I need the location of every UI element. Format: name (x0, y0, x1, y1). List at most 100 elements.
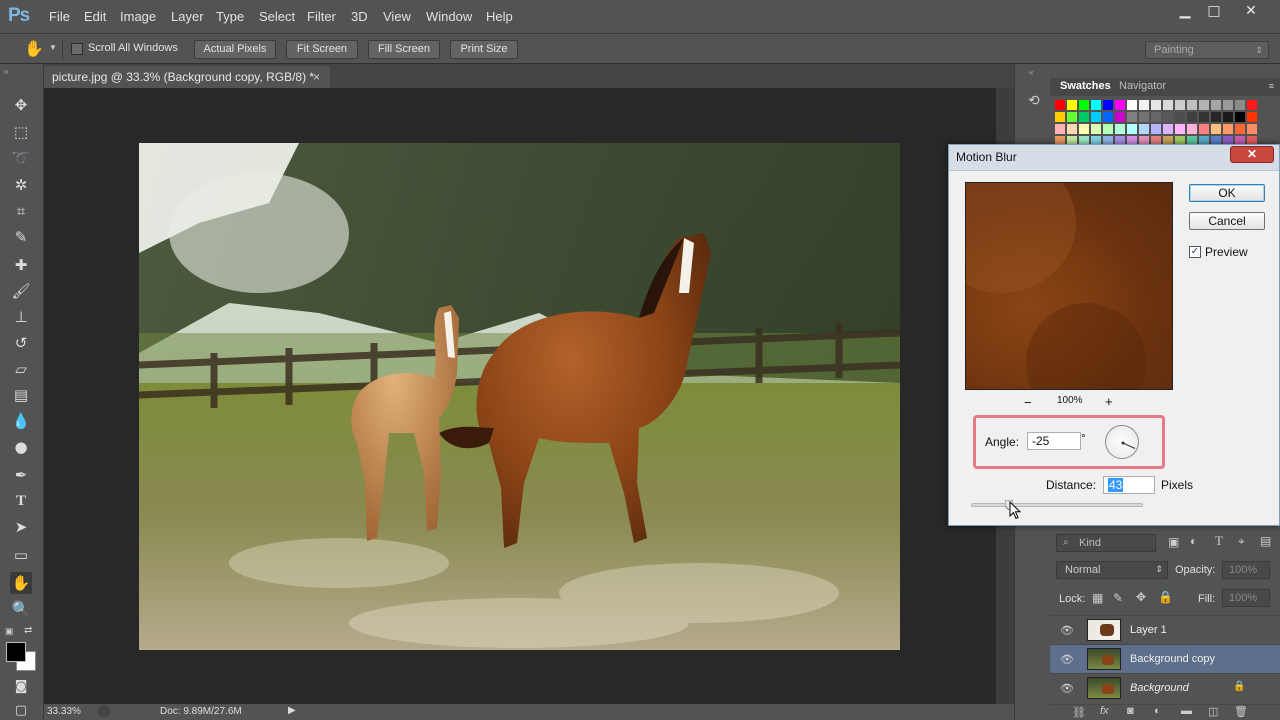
swatch[interactable] (1103, 112, 1113, 122)
swatch[interactable] (1103, 100, 1113, 110)
swatch[interactable] (1163, 100, 1173, 110)
swatch[interactable] (1199, 112, 1209, 122)
blur-preview[interactable] (965, 182, 1173, 390)
adjustment-layer-icon[interactable]: ◐ (1154, 705, 1161, 717)
history-panel-icon[interactable]: ⟲ (1028, 92, 1040, 109)
menu-view[interactable]: View (383, 9, 411, 24)
swatch[interactable] (1223, 112, 1233, 122)
new-layer-icon[interactable]: ◫ (1208, 705, 1218, 718)
opacity-field[interactable]: 100% (1222, 561, 1270, 579)
close-window-button[interactable]: ✕ (1236, 2, 1266, 20)
type-tool-icon[interactable]: T (10, 490, 32, 512)
magic-wand-tool-icon[interactable]: ✲ (10, 174, 32, 196)
swatch[interactable] (1115, 112, 1125, 122)
expand-strip-icon[interactable]: « (1029, 68, 1033, 77)
pen-tool-icon[interactable]: ✒ (10, 464, 32, 486)
eraser-tool-icon[interactable]: ▱ (10, 358, 32, 380)
menu-filter[interactable]: Filter (307, 9, 336, 24)
swatch[interactable] (1091, 112, 1101, 122)
swatch[interactable] (1055, 112, 1065, 122)
visibility-eye-icon[interactable]: 👁 (1060, 624, 1074, 637)
photo-canvas[interactable] (139, 143, 900, 650)
workspace-select[interactable]: Painting ⇕ (1145, 41, 1269, 59)
filter-shape-icon[interactable]: ⌖ (1238, 534, 1245, 549)
swatch[interactable] (1235, 100, 1245, 110)
layer-row-background-copy[interactable]: 👁 Background copy (1050, 644, 1280, 673)
menu-3d[interactable]: 3D (351, 9, 368, 24)
zoom-level[interactable]: 33.33% (47, 706, 81, 717)
swap-colors-icon[interactable]: ⇄ (24, 625, 32, 636)
filter-type-icon[interactable]: T (1215, 533, 1223, 549)
swatch[interactable] (1211, 112, 1221, 122)
gradient-tool-icon[interactable]: ▤ (10, 384, 32, 406)
fill-field[interactable]: 100% (1222, 589, 1270, 607)
minimize-button[interactable]: ▁ (1170, 2, 1200, 20)
marquee-tool-icon[interactable]: ⬚ (10, 121, 32, 143)
filter-smart-object-icon[interactable]: ▤ (1260, 534, 1271, 548)
delete-layer-icon[interactable]: 🗑 (1234, 705, 1248, 718)
fit-screen-button[interactable]: Fit Screen (286, 40, 358, 59)
collapse-tools-icon[interactable]: » (4, 67, 8, 76)
rectangle-tool-icon[interactable]: ▭ (10, 544, 32, 566)
layer-row-background[interactable]: 👁 Background 🔒 (1050, 673, 1280, 702)
visibility-eye-icon[interactable]: 👁 (1060, 682, 1074, 695)
menu-window[interactable]: Window (426, 9, 472, 24)
menu-help[interactable]: Help (486, 9, 513, 24)
menu-image[interactable]: Image (120, 9, 156, 24)
zoom-tool-icon[interactable]: 🔍 (10, 598, 32, 620)
swatch[interactable] (1175, 112, 1185, 122)
document-tab[interactable]: picture.jpg @ 33.3% (Background copy, RG… (44, 66, 330, 88)
lock-all-icon[interactable]: 🔒 (1158, 590, 1173, 604)
new-group-icon[interactable]: ▬ (1181, 705, 1192, 717)
default-colors-icon[interactable]: ▣ (5, 626, 14, 637)
cancel-button[interactable]: Cancel (1189, 212, 1265, 230)
swatch[interactable] (1211, 100, 1221, 110)
layer-filter-select[interactable]: ⌕ Kind (1056, 534, 1156, 552)
swatch[interactable] (1103, 124, 1113, 134)
hand-tool-icon[interactable]: ✋ (10, 572, 32, 594)
swatch[interactable] (1055, 100, 1065, 110)
panel-menu-icon[interactable]: ≡ (1269, 81, 1274, 91)
menu-file[interactable]: File (49, 9, 70, 24)
menu-layer[interactable]: Layer (171, 9, 204, 24)
quick-mask-icon[interactable]: ◙ (10, 676, 32, 698)
foreground-color-swatch[interactable] (6, 642, 26, 662)
swatch[interactable] (1055, 124, 1065, 134)
menu-edit[interactable]: Edit (84, 9, 106, 24)
swatch[interactable] (1247, 112, 1257, 122)
lock-position-icon[interactable]: ✥ (1136, 590, 1146, 604)
swatch[interactable] (1235, 124, 1245, 134)
swatch[interactable] (1163, 124, 1173, 134)
swatch[interactable] (1079, 112, 1089, 122)
swatch[interactable] (1091, 124, 1101, 134)
swatch[interactable] (1199, 100, 1209, 110)
hand-tool-preset-icon[interactable]: ✋ (24, 39, 44, 58)
preset-dropdown-arrow-icon[interactable]: ▼ (49, 43, 57, 52)
swatch[interactable] (1127, 112, 1137, 122)
history-brush-tool-icon[interactable]: ↺ (10, 332, 32, 354)
swatch[interactable] (1211, 124, 1221, 134)
swatch[interactable] (1175, 100, 1185, 110)
link-layers-icon[interactable]: ⛓ (1072, 706, 1086, 719)
angle-dial[interactable] (1105, 425, 1139, 459)
swatch[interactable] (1223, 100, 1233, 110)
blur-tool-icon[interactable]: 💧 (10, 410, 32, 432)
print-size-button[interactable]: Print Size (450, 40, 518, 59)
status-menu-arrow-icon[interactable]: ▶ (288, 705, 296, 716)
swatch[interactable] (1187, 124, 1197, 134)
swatch[interactable] (1079, 124, 1089, 134)
maximize-button[interactable]: □ (1199, 2, 1229, 20)
layer-row-layer1[interactable]: 👁 Layer 1 (1050, 615, 1280, 644)
swatch[interactable] (1067, 112, 1077, 122)
visibility-eye-icon[interactable]: 👁 (1060, 653, 1074, 666)
preview-checkbox[interactable]: ✓ (1189, 246, 1201, 258)
swatch[interactable] (1151, 124, 1161, 134)
menu-type[interactable]: Type (216, 9, 244, 24)
swatch[interactable] (1067, 124, 1077, 134)
layer-mask-icon[interactable]: ◙ (1127, 705, 1134, 717)
swatch[interactable] (1115, 100, 1125, 110)
ok-button[interactable]: OK (1189, 184, 1265, 202)
dialog-titlebar[interactable]: Motion Blur ✕ (949, 145, 1279, 171)
healing-brush-tool-icon[interactable]: ✚ (10, 254, 32, 276)
swatch[interactable] (1247, 100, 1257, 110)
